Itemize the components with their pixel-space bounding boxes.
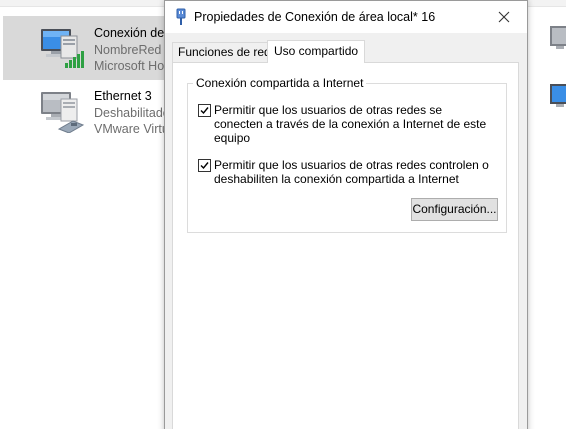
settings-button[interactable]: Configuración...: [411, 198, 498, 221]
internet-sharing-group: Conexión compartida a Internet Permitir …: [187, 76, 507, 233]
checkmark-icon: [200, 162, 209, 170]
connection-item-ethernet-3[interactable]: Ethernet 3 Deshabilitado VMware Virtu: [3, 79, 183, 143]
close-icon: [498, 11, 510, 23]
network-adapter-icon[interactable]: [546, 22, 566, 58]
connection-item-local-area[interactable]: Conexión de á NombreRed Microsoft Ho: [3, 16, 183, 80]
dialog-title: Propiedades de Conexión de área local* 1…: [194, 10, 436, 24]
connection-status: Deshabilitado: [94, 106, 170, 120]
allow-control-label[interactable]: Permitir que los usuarios de otras redes…: [214, 158, 494, 186]
wireless-network-icon: [41, 29, 84, 68]
tab-sharing[interactable]: Uso compartido: [267, 40, 366, 63]
allow-connect-checkbox[interactable]: [198, 104, 211, 117]
sharing-tab-panel: Conexión compartida a Internet Permitir …: [172, 62, 519, 429]
group-title: Conexión compartida a Internet: [193, 76, 367, 90]
properties-dialog: Propiedades de Conexión de área local* 1…: [164, 0, 528, 429]
allow-connect-label[interactable]: Permitir que los usuarios de otras redes…: [214, 103, 494, 145]
tab-networking[interactable]: Funciones de red: [172, 42, 277, 62]
connection-network: NombreRed: [94, 43, 162, 57]
connection-name: Ethernet 3: [94, 89, 152, 103]
close-button[interactable]: [481, 1, 527, 33]
dialog-titlebar[interactable]: Propiedades de Conexión de área local* 1…: [165, 1, 527, 33]
ethernet-disabled-icon: [41, 92, 85, 133]
connection-name: Conexión de á: [94, 26, 175, 40]
network-adapter-icon[interactable]: [546, 80, 566, 116]
checkmark-icon: [200, 107, 209, 115]
connection-adapter: Microsoft Ho: [94, 59, 165, 73]
connection-adapter: VMware Virtu: [94, 122, 169, 136]
network-cable-icon: [176, 8, 186, 25]
allow-control-checkbox[interactable]: [198, 159, 211, 172]
